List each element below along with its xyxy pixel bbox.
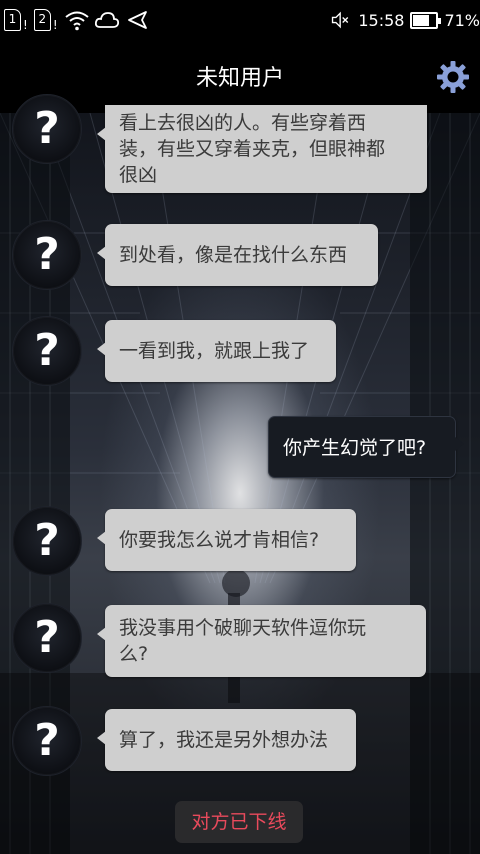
message-line: 我没事用个破聊天软件逗你玩 — [119, 617, 367, 639]
avatar-unknown[interactable]: ? — [12, 603, 82, 673]
message-line: 到处看，像是在找什么东西 — [119, 244, 348, 266]
avatar-unknown[interactable]: ? — [12, 316, 82, 386]
battery-percent: 71% — [444, 10, 480, 30]
avatar-unknown[interactable]: ? — [12, 706, 82, 776]
question-mark-icon: ? — [34, 515, 60, 566]
clock: 15:58 — [358, 10, 405, 30]
status-left: 1 ! 2 ! — [4, 8, 150, 32]
message-bubble[interactable]: 算了，我还是另外想办法 — [97, 709, 356, 771]
message-line: 一看到我，就跟上我了 — [119, 340, 310, 362]
sim1-alert: ! — [23, 18, 28, 32]
avatar-unknown[interactable]: ? — [12, 220, 82, 290]
sim1-icon: 1 — [4, 9, 21, 31]
question-mark-icon: ? — [34, 229, 60, 280]
battery-level — [413, 14, 430, 26]
cloud-icon — [94, 12, 119, 28]
message-bubble[interactable]: 一看到我，就跟上我了 — [97, 320, 336, 382]
offline-status-badge: 对方已下线 — [175, 801, 303, 843]
message-line: 你要我怎么说才肯相信? — [119, 529, 320, 551]
status-right: 15:58 71% — [330, 8, 480, 32]
message-line: 算了，我还是另外想办法 — [119, 729, 329, 751]
sim2-icon: 2 — [33, 9, 51, 31]
message-line: 很凶 — [119, 164, 158, 186]
message-bubble-self[interactable]: 你产生幻觉了吧? — [268, 416, 464, 478]
mute-icon — [332, 11, 349, 29]
title-bar: 未知用户 — [0, 38, 480, 113]
message-line: 装，有些又穿着夹克，但眼神都 — [119, 138, 386, 160]
message-line: 看上去很凶的人。有些穿着西 — [119, 112, 367, 134]
avatar-unknown[interactable]: ? — [12, 506, 82, 576]
avatar-unknown[interactable]: ? — [12, 94, 82, 164]
message-line: 你产生幻觉了吧? — [283, 437, 427, 459]
question-mark-icon: ? — [34, 612, 60, 663]
battery-icon — [410, 11, 442, 29]
message-bubble[interactable]: 我没事用个破聊天软件逗你玩 么? — [97, 605, 426, 677]
question-mark-icon: ? — [34, 325, 60, 376]
message-bubble[interactable]: 你要我怎么说才肯相信? — [97, 509, 356, 571]
message-bubble[interactable]: 看上去很凶的人。有些穿着西 装，有些又穿着夹克，但眼神都 很凶 — [97, 105, 427, 193]
sim2-alert: ! — [52, 18, 58, 32]
message-line: 么? — [119, 643, 149, 665]
question-mark-icon: ? — [34, 103, 60, 154]
message-bubble[interactable]: 到处看，像是在找什么东西 — [97, 224, 378, 286]
wifi-icon — [64, 11, 89, 31]
status-bar: 1 ! 2 ! 15:58 71% — [0, 0, 480, 38]
location-arrow-icon — [127, 11, 147, 29]
question-mark-icon: ? — [34, 715, 60, 766]
page-title: 未知用户 — [195, 66, 284, 91]
gear-icon[interactable] — [436, 60, 470, 94]
